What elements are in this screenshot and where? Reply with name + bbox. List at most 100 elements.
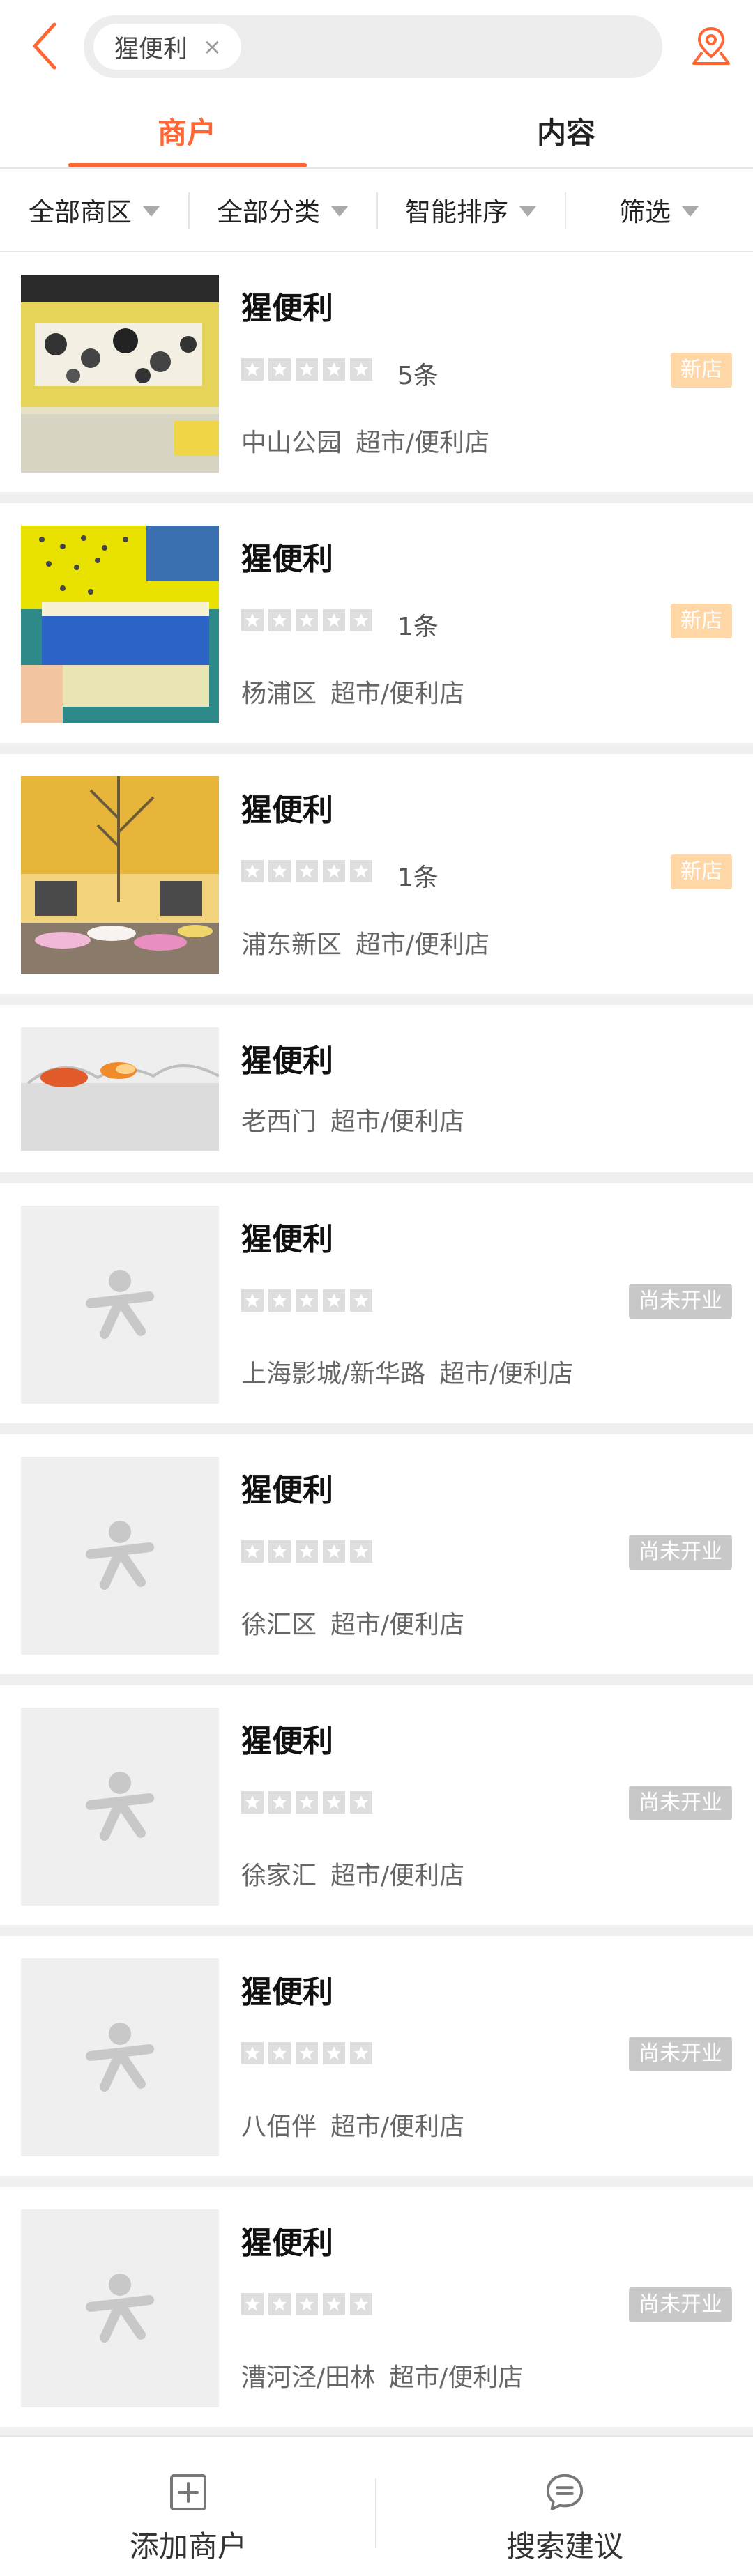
star-icon (350, 860, 372, 882)
shop-item[interactable]: 猩便利 尚未开业 八佰伴 超市/便利店 (0, 1936, 753, 2187)
shop-photo (21, 1027, 219, 1151)
shop-photo-placeholder (21, 1206, 219, 1404)
shop-meta: 漕河泾/田林 超市/便利店 (241, 2357, 523, 2393)
clear-keyword-icon[interactable]: × (203, 36, 222, 58)
triangle-down-icon (143, 206, 160, 217)
map-button[interactable] (685, 20, 738, 72)
map-pin-icon (692, 26, 730, 65)
shop-item[interactable]: 猩便利 尚未开业 徐汇区 超市/便利店 (0, 1434, 753, 1685)
filter-category[interactable]: 全部分类 (188, 169, 376, 251)
star-icon (323, 2042, 345, 2064)
shop-area: 中山公园 (241, 429, 342, 457)
search-suggestion-button[interactable]: 搜索建议 (376, 2437, 753, 2576)
star-rating (241, 2042, 377, 2064)
search-suggestion-label: 搜索建议 (505, 2529, 623, 2563)
star-icon (268, 2042, 291, 2064)
search-keyword: 猩便利 (114, 35, 188, 63)
plus-square-icon (167, 2471, 209, 2513)
star-icon (350, 1289, 372, 1312)
shop-name: 猩便利 (241, 1043, 333, 1079)
person-placeholder-icon (86, 2023, 154, 2092)
search-input[interactable]: 猩便利 × (84, 15, 662, 78)
star-icon (241, 2042, 264, 2064)
star-icon (323, 358, 345, 381)
filter-sort-label: 智能排序 (405, 197, 508, 227)
shop-photo (21, 275, 219, 473)
shop-meta: 中山公园 超市/便利店 (241, 422, 489, 459)
shop-name: 猩便利 (241, 291, 333, 326)
star-icon (296, 2042, 318, 2064)
shop-item[interactable]: 猩便利 尚未开业 徐家汇 超市/便利店 (0, 1685, 753, 1936)
shop-item[interactable]: 猩便利 老西门 超市/便利店 (0, 1005, 753, 1183)
star-icon (241, 1791, 264, 1814)
star-icon (296, 1540, 318, 1563)
star-icon (296, 609, 318, 631)
shop-item[interactable]: 猩便利 尚未开业 漕河泾/田林 超市/便利店 (0, 2187, 753, 2438)
shop-item[interactable]: 猩便利 尚未开业 上海影城/新华路 超市/便利店 (0, 1183, 753, 1434)
star-icon (268, 1289, 291, 1312)
triangle-down-icon (682, 206, 699, 217)
top-bar: 猩便利 × (0, 0, 753, 92)
shop-category: 超市/便利店 (439, 1360, 574, 1388)
star-rating (241, 609, 377, 631)
add-shop-label: 添加商户 (129, 2529, 247, 2563)
star-icon (350, 1540, 372, 1563)
filter-more[interactable]: 筛选 (565, 169, 753, 251)
not-open-badge: 尚未开业 (629, 1535, 732, 1570)
not-open-badge: 尚未开业 (629, 1786, 732, 1820)
star-icon (296, 2293, 318, 2315)
shop-meta: 上海影城/新华路 超市/便利店 (241, 1354, 573, 1390)
star-icon (241, 860, 264, 882)
shop-meta: 徐家汇 超市/便利店 (241, 1855, 464, 1892)
star-icon (241, 1289, 264, 1312)
back-button[interactable] (22, 18, 67, 74)
shop-category: 超市/便利店 (356, 930, 490, 959)
star-icon (323, 1289, 345, 1312)
shop-name: 猩便利 (241, 1473, 333, 1508)
shop-area: 老西门 (241, 1107, 317, 1136)
shop-list: 猩便利 5条 新店 中山公园 超市/便利店 猩便利 1条 新店 杨浦区 超市/便… (0, 252, 753, 2438)
shop-photo-placeholder (21, 1457, 219, 1655)
filter-sort[interactable]: 智能排序 (376, 169, 565, 251)
star-icon (241, 2293, 264, 2315)
star-icon (323, 609, 345, 631)
shop-name: 猩便利 (241, 792, 333, 828)
shop-name: 猩便利 (241, 1724, 333, 1759)
add-shop-button[interactable]: 添加商户 (0, 2437, 376, 2576)
star-rating (241, 1289, 377, 1312)
shop-item[interactable]: 猩便利 1条 新店 浦东新区 超市/便利店 (0, 754, 753, 1005)
search-keyword-chip[interactable]: 猩便利 × (93, 24, 241, 70)
shop-area: 徐汇区 (241, 1611, 317, 1639)
shop-area: 八佰伴 (241, 2113, 317, 2141)
review-count: 1条 (397, 613, 439, 641)
star-icon (241, 609, 264, 631)
star-icon (268, 1791, 291, 1814)
shop-category: 超市/便利店 (330, 1611, 465, 1639)
star-rating (241, 1540, 377, 1563)
filter-area[interactable]: 全部商区 (0, 169, 188, 251)
shop-photo-placeholder (21, 1958, 219, 2156)
star-icon (268, 1540, 291, 1563)
shop-item[interactable]: 猩便利 1条 新店 杨浦区 超市/便利店 (0, 503, 753, 754)
shop-category: 超市/便利店 (356, 429, 490, 457)
result-tabs: 商户 内容 (0, 92, 753, 169)
shop-name: 猩便利 (241, 542, 333, 577)
star-icon (296, 358, 318, 381)
star-icon (323, 1791, 345, 1814)
person-placeholder-icon (86, 1772, 154, 1841)
star-icon (323, 2293, 345, 2315)
star-icon (323, 860, 345, 882)
filter-area-label: 全部商区 (29, 197, 132, 227)
star-icon (350, 609, 372, 631)
star-icon (323, 1540, 345, 1563)
star-rating (241, 358, 377, 381)
new-shop-badge: 新店 (671, 854, 732, 889)
shop-meta: 八佰伴 超市/便利店 (241, 2106, 464, 2142)
new-shop-badge: 新店 (671, 604, 732, 638)
shop-category: 超市/便利店 (389, 2363, 524, 2392)
shop-item[interactable]: 猩便利 5条 新店 中山公园 超市/便利店 (0, 252, 753, 503)
tab-content[interactable]: 内容 (446, 92, 686, 169)
tab-merchant[interactable]: 商户 (67, 92, 307, 169)
shop-photo-placeholder (21, 1708, 219, 1906)
chevron-left-icon (33, 22, 56, 70)
